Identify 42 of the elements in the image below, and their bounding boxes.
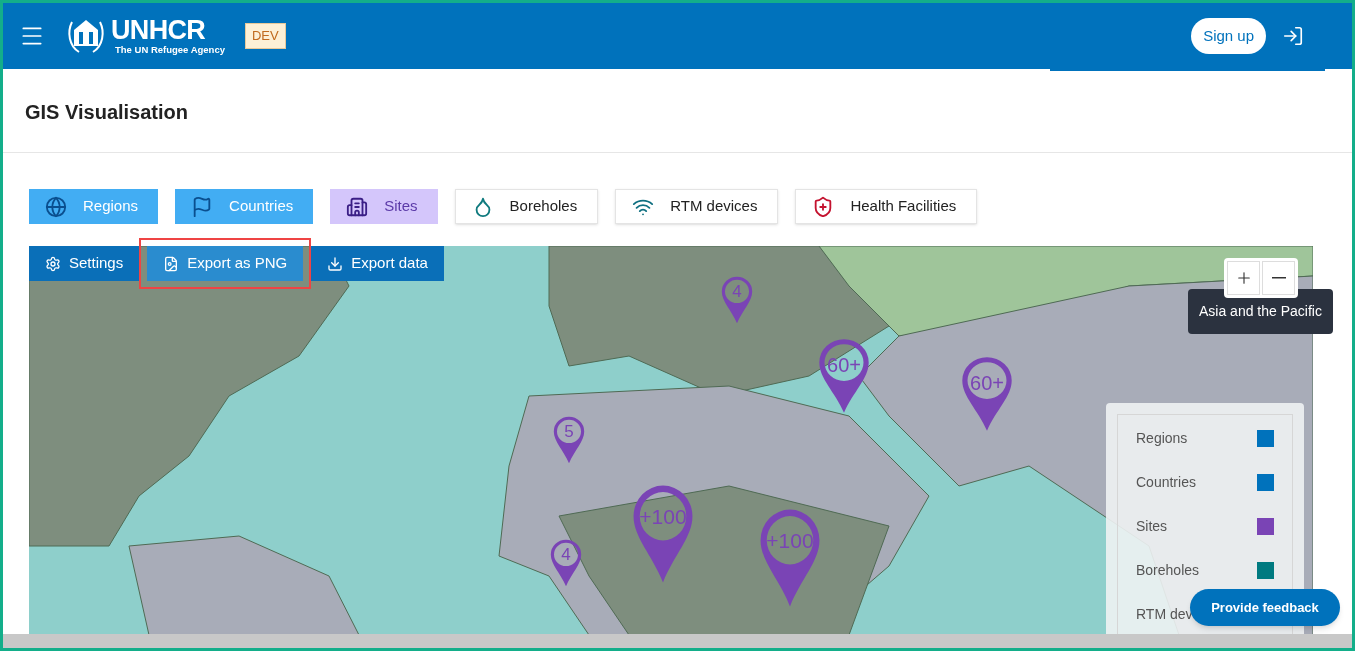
image-icon: [163, 255, 180, 272]
legend-label: RTM dev: [1136, 605, 1193, 624]
feedback-button[interactable]: Provide feedback: [1190, 589, 1340, 626]
pin-icon: [818, 338, 870, 414]
marker-count: 5: [563, 423, 575, 440]
minus-icon: [1271, 277, 1286, 279]
marker-count: +100: [638, 506, 688, 527]
legend-label: Countries: [1136, 473, 1196, 492]
marker-count: 60+: [826, 355, 862, 375]
pin-icon: [759, 508, 821, 608]
logo-title: UNHCR: [111, 17, 207, 45]
layer-toggle-button[interactable]: Health Facilities: [795, 189, 978, 224]
marker-count: 4: [731, 283, 743, 300]
pin-icon: [553, 416, 585, 464]
layer-toggle-button[interactable]: Sites: [330, 189, 438, 224]
legend-label: Regions: [1136, 429, 1188, 448]
zoom-out-button[interactable]: [1262, 261, 1295, 295]
layer-toggle-button[interactable]: RTM devices: [615, 189, 779, 224]
pin-icon: [721, 276, 753, 324]
marker-count: +100: [765, 530, 815, 551]
marker-count: 60+: [969, 373, 1005, 393]
map-toolbar-button[interactable]: Export as PNG: [147, 246, 304, 281]
map-toolbar-button[interactable]: Export data: [311, 246, 444, 281]
marker-count: 4: [560, 546, 572, 563]
settings-icon: [45, 255, 61, 272]
map-toolbar-button[interactable]: Settings: [29, 246, 140, 281]
page-title: GIS Visualisation: [25, 99, 189, 125]
logo-subtitle: The UN Refugee Agency: [115, 45, 225, 55]
legend-label: Sites: [1136, 517, 1168, 536]
download-icon: [327, 255, 344, 272]
horizontal-scrollbar[interactable]: [3, 634, 1352, 648]
globe-icon: [45, 195, 67, 218]
pin-icon: [961, 356, 1013, 432]
legend-label: Boreholes: [1136, 561, 1200, 580]
environment-badge: DEV: [245, 23, 286, 49]
login-icon[interactable]: [1282, 25, 1304, 47]
layer-toggle-button[interactable]: Boreholes: [454, 189, 599, 224]
pin-icon: [550, 539, 582, 587]
sign-up-button[interactable]: Sign up: [1191, 18, 1266, 54]
building-icon: [346, 195, 369, 218]
zoom-in-button[interactable]: [1227, 261, 1260, 295]
pin-icon: [632, 484, 694, 584]
